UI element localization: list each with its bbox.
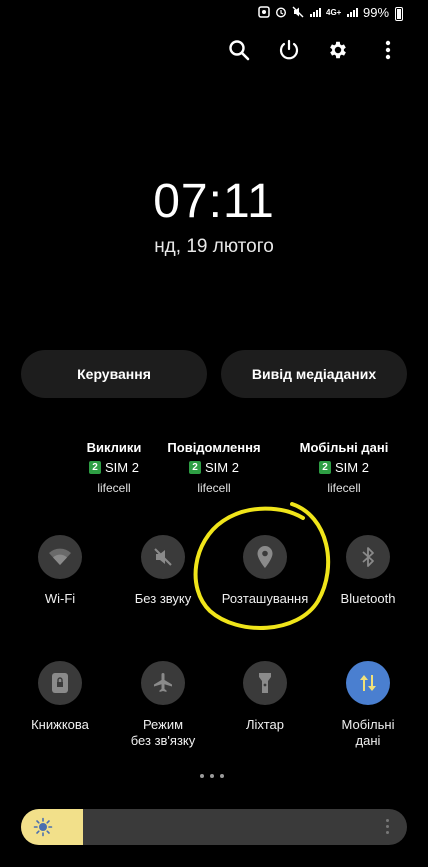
power-button[interactable] [275, 37, 303, 63]
brightness-slider[interactable] [21, 809, 407, 845]
network-type: 4G+ [326, 7, 342, 17]
carrier-name: lifecell [327, 481, 361, 495]
tile-label: Книжкова [31, 717, 89, 732]
page-dot [220, 774, 224, 778]
tile-portrait[interactable]: Книжкова [10, 661, 110, 733]
tile-portrait-toggle[interactable] [38, 661, 82, 705]
sim-messages[interactable]: Повідомлення 2 SIM 2 lifecell [144, 440, 284, 495]
signal-icon [347, 8, 359, 17]
alarm-icon [275, 7, 287, 18]
wifi-calling-icon [310, 8, 321, 17]
carrier-name: lifecell [197, 481, 231, 495]
power-icon [279, 39, 299, 60]
settings-button[interactable] [324, 37, 352, 63]
tile-label: Режим без зв'язку [130, 717, 196, 748]
tile-mute-toggle[interactable] [141, 535, 185, 579]
more-icon [385, 40, 391, 60]
mute-icon [292, 6, 304, 18]
sim-badge-icon: 2 [319, 461, 332, 474]
search-icon [229, 40, 250, 61]
page-indicator[interactable] [200, 774, 224, 778]
sim-mobile-data[interactable]: Мобільні дані 2 SIM 2 lifecell [274, 440, 414, 495]
annotation-circle [193, 502, 331, 630]
sim-data-title: Мобільні дані [299, 440, 389, 455]
wifi-icon [49, 548, 71, 565]
sim-label: SIM 2 [205, 460, 239, 475]
tile-label: Wi-Fi [44, 591, 76, 606]
clock-time[interactable]: 07:11 [0, 174, 428, 229]
tile-label: Ліхтар [245, 717, 285, 732]
tile-flashlight-toggle[interactable] [243, 661, 287, 705]
search-button[interactable] [225, 37, 253, 63]
tile-mobile-data[interactable]: Мобільні дані [318, 661, 418, 749]
battery-percent: 99% [363, 5, 390, 20]
settings-icon [330, 41, 346, 59]
sun-icon [33, 817, 53, 837]
device-control-button[interactable]: Керування [21, 350, 207, 398]
clock-date[interactable]: нд, 19 лютого [0, 236, 428, 258]
page-dot [200, 774, 204, 778]
sim-label: SIM 2 [105, 460, 139, 475]
bluetooth-icon [362, 547, 374, 567]
tile-airplane-toggle[interactable] [141, 661, 185, 705]
tile-flashlight[interactable]: Ліхтар [215, 661, 315, 733]
media-output-button[interactable]: Вивід медіаданих [221, 350, 407, 398]
mobile-data-icon [360, 675, 376, 691]
tile-wifi-toggle[interactable] [38, 535, 82, 579]
tile-mobile-data-toggle[interactable] [346, 661, 390, 705]
mute-icon [154, 548, 172, 566]
tile-label: Мобільні дані [341, 717, 395, 748]
more-options-button[interactable] [374, 37, 402, 63]
status-bar: 4G+ 99% [0, 4, 428, 22]
battery-icon [395, 7, 403, 21]
sim-badge-icon: 2 [189, 461, 202, 474]
brightness-more-icon[interactable] [386, 819, 389, 834]
sim-badge-icon: 2 [89, 461, 102, 474]
sim-label: SIM 2 [335, 460, 369, 475]
page-dot [210, 774, 214, 778]
screenshot-icon [258, 6, 270, 18]
tile-wifi[interactable]: Wi-Fi [10, 535, 110, 607]
airplane-icon [154, 673, 172, 692]
portrait-lock-icon [52, 673, 68, 693]
flashlight-icon [259, 673, 271, 693]
tile-bluetooth-toggle[interactable] [346, 535, 390, 579]
tile-airplane[interactable]: Режим без зв'язку [113, 661, 213, 749]
sim-messages-title: Повідомлення [167, 440, 261, 455]
